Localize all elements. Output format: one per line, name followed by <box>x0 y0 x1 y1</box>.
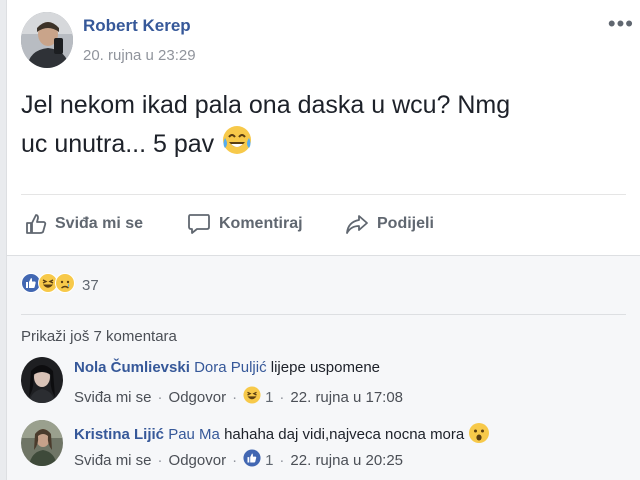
thumbs-up-icon <box>25 213 47 235</box>
post-actions-bar: Sviđa mi se Komentiraj Podijeli <box>21 206 640 242</box>
meta-separator: · <box>157 451 163 469</box>
comment-reply-link[interactable]: Odgovor <box>169 389 227 406</box>
comments-divider <box>21 314 626 315</box>
post-text-line-2: uc unutra... 5 pav <box>21 124 621 167</box>
comment-reactions[interactable]: 1 <box>243 449 273 471</box>
meta-separator: · <box>232 451 238 469</box>
comment-text: lijepe uspomene <box>270 359 381 376</box>
surprised-face-emoji <box>468 422 490 448</box>
comment-like-link[interactable]: Sviđa mi se <box>74 389 152 406</box>
comment-item: Kristina Lijić Pau Ma hahaha daj vidi,na… <box>21 420 640 478</box>
meta-separator: · <box>279 388 285 406</box>
share-arrow-icon <box>345 213 369 235</box>
meta-separator: · <box>157 388 163 406</box>
comment-bubble-icon <box>187 213 211 235</box>
comment-reply-link[interactable]: Odgovor <box>169 452 227 469</box>
view-more-comments-link[interactable]: Prikaži još 7 komentara <box>21 328 177 345</box>
comment-item: Nola Čumlievski Dora Puljić lijepe uspom… <box>21 357 640 415</box>
comment-timestamp[interactable]: 22. rujna u 20:25 <box>290 452 403 469</box>
post-timestamp[interactable]: 20. rujna u 23:29 <box>83 47 196 64</box>
share-button[interactable]: Podijeli <box>345 206 434 242</box>
meta-separator: · <box>279 451 285 469</box>
comment-text: hahaha daj vidi,najveca nocna mora <box>224 425 465 443</box>
comment-like-link[interactable]: Sviđa mi se <box>74 452 152 469</box>
reaction-icons <box>21 272 75 298</box>
commenter-name[interactable]: Kristina Lijić <box>74 426 164 443</box>
comment-button-label: Komentiraj <box>219 215 303 232</box>
post-text-line-1: Jel nekom ikad pala ona daska u wcu? Nmg <box>21 91 511 119</box>
comment-content: Kristina Lijić Pau Ma hahaha daj vidi,na… <box>74 422 490 448</box>
like-button-label: Sviđa mi se <box>55 215 144 232</box>
haha-reaction-icon <box>243 386 261 408</box>
post-card: Robert Kerep 20. rujna u 23:29 ••• Jel n… <box>6 0 640 480</box>
reaction-count: 37 <box>82 276 99 294</box>
sad-reaction-icon <box>55 272 75 298</box>
author-avatar[interactable] <box>21 12 73 68</box>
comment-reactions[interactable]: 1 <box>243 386 273 408</box>
comment-content: Nola Čumlievski Dora Puljić lijepe uspom… <box>74 359 380 376</box>
commenter-avatar[interactable] <box>21 420 63 466</box>
commenter-name[interactable]: Nola Čumlievski <box>74 359 190 376</box>
like-button[interactable]: Sviđa mi se <box>25 206 143 242</box>
tagged-user[interactable]: Dora Puljić <box>194 359 267 376</box>
comment-timestamp[interactable]: 22. rujna u 17:08 <box>290 389 403 406</box>
comment-meta: Sviđa mi se · Odgovor · 1 · 22. rujna u … <box>74 386 403 408</box>
post-body: Jel nekom ikad pala ona daska u wcu? Nmg… <box>21 86 621 167</box>
post-text-line-2-text: uc unutra... 5 pav <box>21 130 215 159</box>
commenter-avatar[interactable] <box>21 357 63 403</box>
reactions-summary[interactable]: 37 <box>21 272 99 298</box>
post-header: Robert Kerep 20. rujna u 23:29 ••• <box>21 10 640 72</box>
tagged-user[interactable]: Pau Ma <box>168 426 220 443</box>
comment-button[interactable]: Komentiraj <box>187 206 303 242</box>
share-button-label: Podijeli <box>377 215 434 232</box>
like-reaction-icon <box>243 449 261 471</box>
post-options-icon[interactable]: ••• <box>608 13 634 35</box>
post-divider <box>21 194 626 195</box>
meta-separator: · <box>232 388 238 406</box>
comment-meta: Sviđa mi se · Odgovor · 1 · 22. rujna u … <box>74 449 403 471</box>
comments-section: 37 Prikaži još 7 komentara Nola Čumlievs… <box>7 255 640 480</box>
post-author-name[interactable]: Robert Kerep <box>83 16 191 36</box>
comment-reaction-count: 1 <box>265 388 274 406</box>
tears-of-joy-emoji <box>221 124 253 167</box>
comment-reaction-count: 1 <box>265 451 274 469</box>
